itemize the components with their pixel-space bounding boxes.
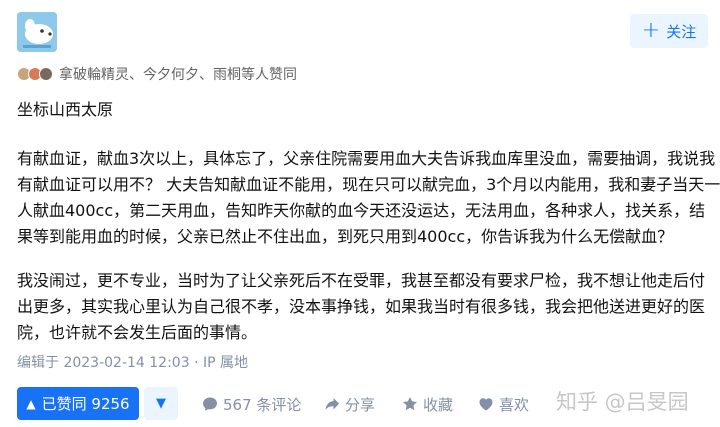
follow-button[interactable]: + 关注 [630, 14, 708, 48]
voters-row: 拿破輪精灵、今夕何夕、雨桐等人赞同 [17, 64, 297, 84]
answer-paragraph: 有献血证，献血3次以上，具体忘了，父亲住院需要用血大夫告诉我血库里没血，需要抽调… [17, 146, 720, 250]
collect-button[interactable]: 收藏 [402, 394, 453, 414]
watermark: 知乎 @吕旻园 [556, 390, 689, 414]
share-icon [325, 398, 339, 410]
triangle-down-icon: ▼ [156, 396, 166, 411]
vote-down-button[interactable]: ▼ [144, 387, 178, 420]
vote-up-button[interactable]: ▲ 已赞同 9256 [17, 387, 139, 420]
star-icon [403, 397, 417, 411]
author-avatar[interactable] [17, 12, 57, 52]
voter-avatars[interactable] [17, 65, 55, 83]
share-button[interactable]: 分享 [324, 394, 375, 414]
answer-paragraph: 坐标山西太原 [17, 97, 113, 123]
heart-icon [479, 398, 493, 411]
like-button[interactable]: 喜欢 [478, 394, 529, 414]
comment-button[interactable]: 567 条评论 [202, 394, 301, 414]
edit-meta[interactable]: 编辑于 2023-02-14 12:03 · IP 属地 [17, 352, 248, 372]
answer-line: 人献血400cc，第二天用血，告知昨天你献的血今天还没运达，无法用血，各种求人，… [17, 201, 706, 220]
share-label: 分享 [345, 395, 376, 414]
answer-line: 出更多，其实我心里认为自己很不孝，没本事挣钱，如果我当时有很多钱，我会把他送进更… [17, 297, 706, 316]
plus-icon: + [641, 18, 661, 43]
follow-button-label: 关注 [666, 22, 697, 41]
comment-icon [203, 397, 217, 411]
dog-avatar-icon [17, 12, 57, 52]
answer-line: 坐标山西太原 [17, 100, 114, 119]
collect-label: 收藏 [423, 395, 454, 414]
vote-up-label: 已赞同 9256 [41, 395, 130, 413]
answer-line: 我没闹过，更不专业，当时为了让父亲死后不在受罪，我甚至都没有要求尸检，我不想让他… [17, 271, 706, 290]
answer-line: 有献血证，献血3次以上，具体忘了，父亲住院需要用血大夫告诉我血库里没血，需要抽调… [17, 149, 716, 168]
like-label: 喜欢 [499, 395, 530, 414]
comment-label: 567 条评论 [223, 395, 302, 414]
answer-line: 院，也许就不会发生后面的事情。 [17, 323, 258, 342]
answer-line: 有献血证可以用不？ 大夫告知献血证不能用，现在只可以献完血，3个月以内能用，我和… [17, 175, 720, 194]
voter-avatar [39, 67, 53, 81]
answer-line: 果等到能用血的时候，父亲已然止不住出血，到死只用到400cc，你告诉我为什么无偿… [17, 227, 674, 246]
voters-text[interactable]: 拿破輪精灵、今夕何夕、雨桐等人赞同 [59, 64, 297, 84]
triangle-up-icon: ▲ [26, 396, 36, 411]
answer-paragraph: 我没闹过，更不专业，当时为了让父亲死后不在受罪，我甚至都没有要求尸检，我不想让他… [17, 268, 705, 346]
